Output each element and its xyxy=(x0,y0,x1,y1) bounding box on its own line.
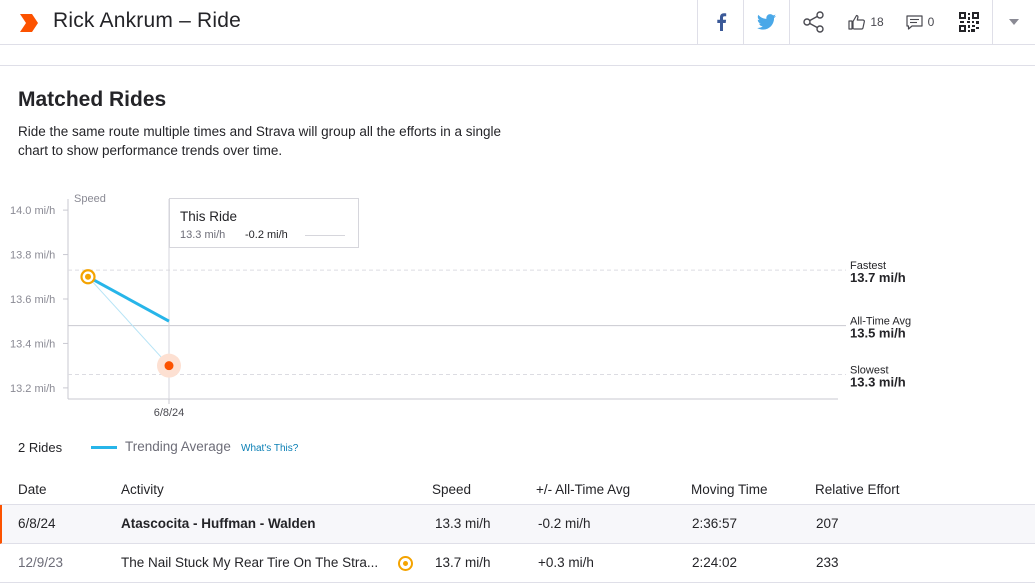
more-menu-button[interactable] xyxy=(992,0,1035,44)
tooltip-title: This Ride xyxy=(180,209,238,224)
row-speed: 13.3 mi/h xyxy=(435,516,491,531)
divider xyxy=(0,65,1035,66)
twitter-icon xyxy=(757,14,776,30)
data-point-this-ride xyxy=(164,361,174,371)
share-icon xyxy=(802,11,824,33)
this-ride-tooltip: This Ride 13.3 mi/h -0.2 mi/h xyxy=(169,198,359,248)
y-axis-title: Speed xyxy=(74,193,106,205)
chevron-down-icon xyxy=(1009,19,1019,25)
reference-value: 13.5 mi/h xyxy=(850,326,906,341)
table-header: Date Activity Speed +/- All-Time Avg Mov… xyxy=(0,474,1035,505)
matched-rides-description: Ride the same route multiple times and S… xyxy=(18,124,501,158)
row-relative-effort: 207 xyxy=(816,516,839,531)
row-moving-time: 2:24:02 xyxy=(692,555,738,570)
y-tick-label: 13.2 mi/h xyxy=(10,383,55,395)
matched-rides-table: Date Activity Speed +/- All-Time Avg Mov… xyxy=(0,474,1035,583)
row-date: 12/9/23 xyxy=(18,555,64,570)
tooltip-rule xyxy=(305,235,345,236)
facebook-icon xyxy=(716,13,726,31)
column-header-speed[interactable]: Speed xyxy=(432,482,471,497)
matched-rides-title: Matched Rides xyxy=(18,88,167,111)
qr-code-button[interactable] xyxy=(945,0,992,44)
column-header-activity[interactable]: Activity xyxy=(121,482,164,497)
row-diff: +0.3 mi/h xyxy=(538,555,594,570)
row-moving-time: 2:36:57 xyxy=(692,516,738,531)
thumbs-up-icon xyxy=(848,14,866,30)
fastest-badge-icon xyxy=(398,556,413,571)
matched-rides-chart: Speed 14.0 mi/h 13.8 mi/h 13.6 mi/h 13.4 mi/… xyxy=(10,193,911,419)
y-tick-label: 13.6 mi/h xyxy=(10,294,55,306)
column-header-date[interactable]: Date xyxy=(18,482,47,497)
reference-value: 13.7 mi/h xyxy=(850,270,906,285)
comments-button[interactable]: 0 xyxy=(895,0,945,44)
row-activity-link[interactable]: The Nail Stuck My Rear Tire On The Stra.… xyxy=(121,555,378,570)
row-relative-effort: 233 xyxy=(816,555,839,570)
effort-connector xyxy=(87,276,170,367)
top-bar: Rick Ankrum – Ride 18 0 xyxy=(0,0,1035,45)
whats-this-link[interactable]: What's This? xyxy=(241,443,298,454)
rides-count: 2 Rides xyxy=(18,440,63,455)
share-button[interactable] xyxy=(789,0,837,44)
row-date: 6/8/24 xyxy=(18,516,56,531)
data-point-fastest-core xyxy=(85,273,91,280)
strava-logo[interactable] xyxy=(18,12,40,34)
tooltip-speed: 13.3 mi/h xyxy=(180,229,226,241)
facebook-share-button[interactable] xyxy=(697,0,743,44)
qr-code-icon xyxy=(958,12,979,32)
column-header-diff[interactable]: +/- All-Time Avg xyxy=(536,482,630,497)
row-diff: -0.2 mi/h xyxy=(538,516,591,531)
twitter-share-button[interactable] xyxy=(743,0,789,44)
column-header-moving-time[interactable]: Moving Time xyxy=(691,482,768,497)
kudos-count: 18 xyxy=(870,15,884,29)
trend-legend-label: Trending Average xyxy=(125,439,231,454)
kudos-button[interactable]: 18 xyxy=(837,0,895,44)
trending-average-line xyxy=(87,275,170,323)
y-tick-label: 13.4 mi/h xyxy=(10,338,55,350)
comment-icon xyxy=(906,14,923,30)
table-row[interactable]: 6/8/24 Atascocita - Huffman - Walden 13.… xyxy=(0,505,1035,544)
tooltip-diff: -0.2 mi/h xyxy=(245,229,288,241)
x-tick-label: 6/8/24 xyxy=(154,407,185,419)
y-tick-label: 13.8 mi/h xyxy=(10,250,55,262)
column-header-relative-effort[interactable]: Relative Effort xyxy=(815,482,900,497)
row-speed: 13.7 mi/h xyxy=(435,555,491,570)
reference-value: 13.3 mi/h xyxy=(850,375,906,390)
row-activity-link[interactable]: Atascocita - Huffman - Walden xyxy=(121,516,316,531)
trend-legend-swatch xyxy=(91,446,117,449)
y-tick-label: 14.0 mi/h xyxy=(10,205,55,217)
comment-count: 0 xyxy=(927,15,935,29)
page-title: Rick Ankrum – Ride xyxy=(53,9,241,32)
table-row[interactable]: 12/9/23 The Nail Stuck My Rear Tire On T… xyxy=(0,544,1035,583)
